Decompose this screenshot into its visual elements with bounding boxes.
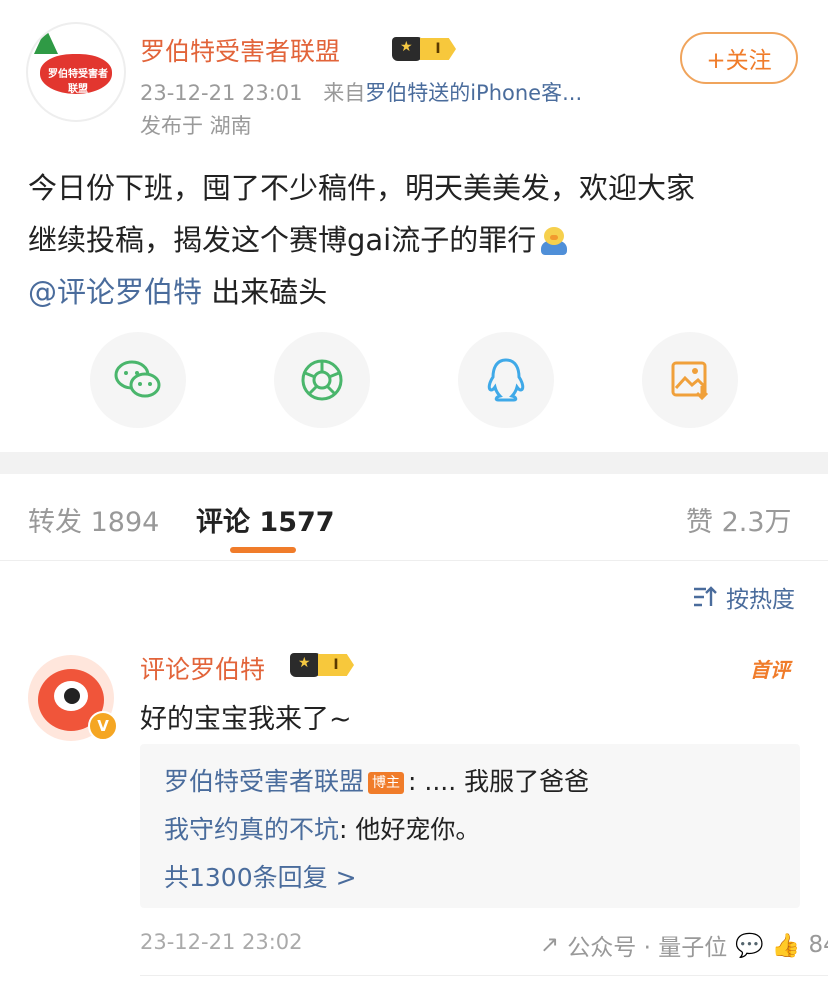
sort-icon	[694, 586, 717, 607]
reply-1-user[interactable]: 罗伯特受害者联盟	[164, 767, 364, 796]
tab-comments-count: 1577	[259, 507, 335, 538]
post-text-line-3-text: 出来磕头	[202, 275, 328, 309]
reply-1-text: : .... 我服了爸爸	[408, 767, 590, 796]
christmas-tree-icon	[34, 28, 58, 54]
share-moments-button[interactable]	[274, 332, 370, 428]
crown-icon	[290, 653, 320, 677]
moments-icon	[301, 359, 343, 401]
vip-badge[interactable]: I	[392, 36, 462, 62]
tab-repost[interactable]: 转发 1894	[28, 500, 159, 539]
mention-link[interactable]: @评论罗伯特	[28, 275, 202, 309]
save-image-icon	[671, 361, 709, 401]
comment-time: 23-12-21 23:02	[140, 930, 303, 954]
post-location: 发布于 湖南	[140, 114, 252, 138]
tab-comments-label: 评论	[196, 507, 250, 538]
tab-likes-label: 赞	[686, 507, 713, 538]
avatar-text: 罗伯特受害者联盟	[48, 69, 108, 95]
comment-text: 好的宝宝我来了~	[140, 704, 352, 735]
author-badge: 博主	[368, 772, 405, 794]
tab-repost-label: 转发	[28, 507, 82, 538]
tab-likes[interactable]: 赞 2.3万	[686, 500, 792, 539]
tab-comments[interactable]: 评论 1577	[196, 500, 335, 539]
qq-icon	[487, 358, 525, 402]
post-text-line-3: @评论罗伯特 出来磕头	[28, 266, 808, 318]
tab-likes-count: 2.3万	[721, 507, 792, 538]
commenter-name[interactable]: 评论罗伯特	[140, 650, 265, 686]
reply-2-user[interactable]: 我守约真的不坑	[164, 815, 339, 844]
verified-icon: V	[88, 711, 118, 741]
comment-like-count: 8458	[808, 932, 828, 958]
sort-toggle[interactable]: 按热度	[692, 580, 795, 614]
poster-name[interactable]: 罗伯特受害者联盟	[140, 32, 340, 68]
sort-label: 按热度	[726, 587, 795, 613]
commenter-vip-badge[interactable]: I	[290, 652, 360, 678]
share-comment-icon[interactable]: ↗	[540, 932, 559, 958]
post-text-line-2-text: 继续投稿，揭发这个赛博gai流子的罪行	[28, 223, 537, 257]
more-replies-link[interactable]: 共1300条回复 >	[164, 858, 357, 894]
like-icon[interactable]: 👍	[772, 932, 801, 959]
post-text-line-2: 继续投稿，揭发这个赛博gai流子的罪行	[28, 214, 808, 266]
tabs-border	[0, 560, 828, 561]
commenter-avatar[interactable]: V	[28, 655, 118, 741]
crown-icon	[392, 37, 422, 61]
reply-1[interactable]: 罗伯特受害者联盟 博主: .... 我服了爸爸	[164, 762, 589, 798]
commenter-vip-level: I	[318, 654, 354, 676]
watermark-text: 公众号 · 量子位	[567, 935, 728, 961]
reply-2[interactable]: 我守约真的不坑: 他好宠你。	[164, 810, 480, 846]
source-prefix: 来自	[323, 81, 366, 105]
active-tab-indicator	[230, 547, 296, 553]
post-body: 今日份下班，囤了不少稿件，明天美美发，欢迎大家 继续投稿，揭发这个赛博gai流子…	[28, 162, 808, 318]
vip-level: I	[420, 38, 456, 60]
wechat-icon	[114, 360, 161, 398]
duck-emoji-icon	[540, 227, 568, 257]
post-text-line-1: 今日份下班，囤了不少稿件，明天美美发，欢迎大家	[28, 171, 696, 205]
post-meta: 23-12-21 23:01 来自罗伯特送的iPhone客...	[140, 77, 582, 107]
reply-2-text: : 他好宠你。	[339, 815, 481, 844]
save-image-button[interactable]	[642, 332, 738, 428]
mascot-pupil	[64, 688, 80, 704]
first-comment-badge: 首评	[750, 658, 790, 682]
share-qq-button[interactable]	[458, 332, 554, 428]
follow-button[interactable]: +关注	[680, 32, 798, 84]
share-wechat-button[interactable]	[90, 332, 186, 428]
post-source[interactable]: 罗伯特送的iPhone客...	[365, 81, 582, 105]
poster-avatar[interactable]: 罗伯特受害者联盟	[26, 22, 126, 122]
comment-divider	[140, 975, 828, 976]
reply-icon[interactable]: 💬	[735, 932, 764, 959]
tab-repost-count: 1894	[90, 507, 160, 538]
post-time: 23-12-21 23:01	[140, 81, 303, 105]
section-divider	[0, 452, 828, 474]
comment-actions: ↗ 公众号 · 量子位 💬 👍 8458	[540, 928, 828, 962]
